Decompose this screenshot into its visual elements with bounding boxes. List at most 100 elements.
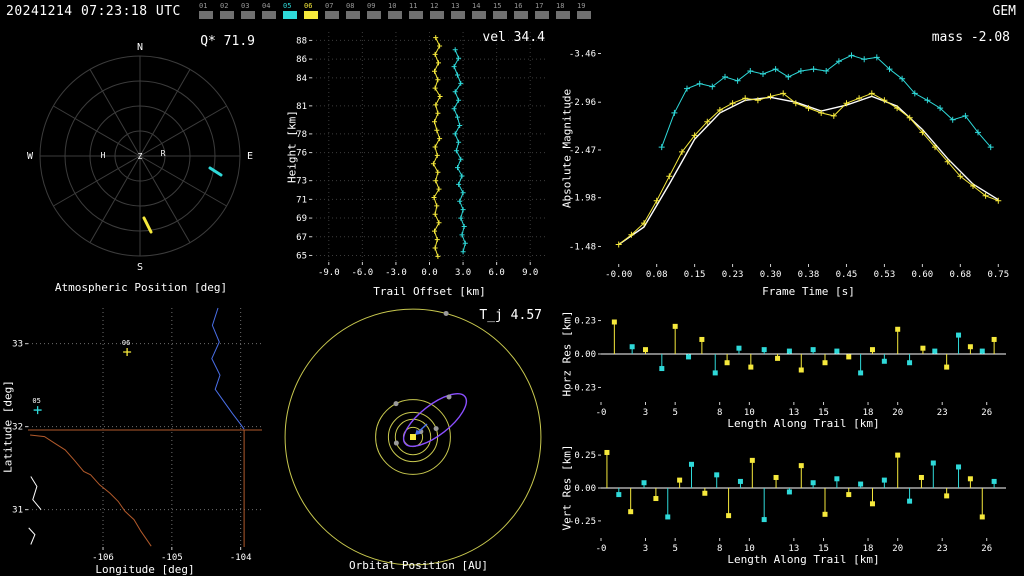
compass-west: W — [27, 151, 34, 162]
station-frame-strip: 01 02 03 04 05 06 07 08 09 10 11 12 13 14 15 16 17 18 19 — [199, 2, 591, 19]
polar-inner-label: H — [101, 151, 106, 160]
station-number: 15 — [493, 2, 502, 10]
station-frame-box[interactable] — [367, 11, 381, 19]
svg-text:0.53: 0.53 — [874, 270, 896, 280]
planet-dot — [393, 440, 399, 446]
station-frame-box[interactable] — [388, 11, 402, 19]
utc-timestamp: 20241214 07:23:18 UTC — [6, 4, 181, 19]
station-15[interactable]: 15 — [493, 2, 507, 19]
compass-east: E — [247, 151, 253, 162]
station-18[interactable]: 18 — [556, 2, 570, 19]
magnitude-plot: -0.00 0.08 0.15 0.23 0.30 0.38 0.45 0.53 0.60 0.6… — [569, 49, 1009, 280]
meteoroid-dot — [446, 394, 452, 400]
station-09[interactable]: 09 — [367, 2, 381, 19]
station-number: 08 — [346, 2, 355, 10]
station-number: 07 — [325, 2, 334, 10]
station-08[interactable]: 08 — [346, 2, 360, 19]
orbital-position-panel: T_j 4.57 Orbital Position [AU] — [282, 300, 555, 576]
svg-text:6.0: 6.0 — [489, 268, 505, 278]
svg-text:06: 06 — [122, 339, 130, 347]
atmospheric-polar-plot: N S E W Z H R — [27, 42, 253, 273]
svg-text:0.38: 0.38 — [798, 270, 820, 280]
svg-text:-3.0: -3.0 — [385, 268, 407, 278]
station-frame-box[interactable] — [241, 11, 255, 19]
svg-text:0.08: 0.08 — [646, 270, 668, 280]
station-06[interactable]: 06 — [304, 2, 318, 19]
station-frame-box[interactable] — [556, 11, 570, 19]
svg-text:0.00: 0.00 — [574, 350, 596, 360]
station-frame-box[interactable] — [430, 11, 444, 19]
sun-marker — [410, 434, 416, 440]
station-frame-box[interactable] — [325, 11, 339, 19]
station-19[interactable]: 19 — [577, 2, 591, 19]
station-number: 16 — [514, 2, 523, 10]
station-frame-box[interactable] — [199, 11, 213, 19]
atmospheric-title: Atmospheric Position [deg] — [54, 281, 228, 294]
svg-text:0.23: 0.23 — [574, 317, 596, 327]
station-frame-box[interactable] — [283, 11, 297, 19]
station-04[interactable]: 04 — [262, 2, 276, 19]
magnitude-axes: -0.00 0.08 0.15 0.23 0.30 0.38 0.45 0.53 0.60 0.6… — [569, 49, 1009, 280]
map-line-rio-grande — [30, 434, 152, 547]
velocity-plot: -9.0 -6.0 -3.0 0.0 3.0 6.0 9.08886848178767371… — [296, 32, 547, 278]
station-03[interactable]: 03 — [241, 2, 255, 19]
station-frame-box[interactable] — [409, 11, 423, 19]
q-value-label: Q* 71.9 — [200, 34, 255, 49]
planet-dot — [443, 310, 449, 316]
station-10[interactable]: 10 — [388, 2, 402, 19]
svg-text:-9.0: -9.0 — [318, 268, 340, 278]
station-number: 01 — [199, 2, 208, 10]
map-line-coast-fragment-2 — [28, 527, 36, 545]
svg-text:-106: -106 — [92, 553, 114, 563]
vert-res-xlabel: Length Along Trail [km] — [727, 553, 880, 566]
svg-text:-6.0: -6.0 — [352, 268, 374, 278]
station-frame-box[interactable] — [514, 11, 528, 19]
horz_res-stems — [611, 319, 997, 376]
map-ylabel: Latitude [deg] — [1, 380, 15, 473]
station-number: 03 — [241, 2, 250, 10]
station-frame-box[interactable] — [220, 11, 234, 19]
station-17[interactable]: 17 — [535, 2, 549, 19]
top-status-bar: 20241214 07:23:18 UTC 01 02 03 04 05 06 07 08 09… — [0, 0, 1024, 22]
station-frame-box[interactable] — [535, 11, 549, 19]
station-number: 12 — [430, 2, 439, 10]
svg-text:0.30: 0.30 — [760, 270, 782, 280]
station-01[interactable]: 01 — [199, 2, 213, 19]
station-number: 06 — [304, 2, 313, 10]
station-05[interactable]: 05 — [283, 2, 297, 19]
svg-text:9.0: 9.0 — [522, 268, 538, 278]
station-frame-box[interactable] — [577, 11, 591, 19]
zenith-label: Z — [138, 152, 143, 161]
magnitude-series-fit — [618, 95, 999, 246]
station-frame-box[interactable] — [346, 11, 360, 19]
meteor-track-station-06 — [142, 216, 153, 234]
svg-text:0.75: 0.75 — [987, 270, 1009, 280]
station-frame-box[interactable] — [472, 11, 486, 19]
magnitude-ylabel: Absolute Magnitude — [560, 88, 574, 209]
svg-text:0.68: 0.68 — [949, 270, 971, 280]
station-13[interactable]: 13 — [451, 2, 465, 19]
station-07[interactable]: 07 — [325, 2, 339, 19]
vert_res-stems — [604, 449, 997, 523]
station-14[interactable]: 14 — [472, 2, 486, 19]
ground-map-panel: -106 -105 -104 33 32 31 05 06 Longitude [deg] L… — [0, 300, 282, 576]
station-frame-box[interactable] — [262, 11, 276, 19]
station-frame-box[interactable] — [304, 11, 318, 19]
svg-text:65: 65 — [296, 251, 307, 261]
vert_res-axes: -0 3 5 8 10 13 15 18 20 23 260.250.00-0.25 — [569, 451, 992, 554]
map-line-coast-fragment-1 — [30, 476, 42, 511]
station-12[interactable]: 12 — [430, 2, 444, 19]
station-number: 04 — [262, 2, 271, 10]
station-frame-box[interactable] — [493, 11, 507, 19]
station-frame-box[interactable] — [451, 11, 465, 19]
station-02[interactable]: 02 — [220, 2, 234, 19]
station-11[interactable]: 11 — [409, 2, 423, 19]
station-16[interactable]: 16 — [514, 2, 528, 19]
svg-text:0.60: 0.60 — [912, 270, 934, 280]
station-number: 14 — [472, 2, 481, 10]
polar-inner-label: R — [161, 149, 166, 158]
compass-south: S — [137, 262, 143, 273]
atmospheric-position-panel: N S E W Z H R Q* 71.9 Atmospheric Position [de… — [0, 22, 282, 300]
velocity-panel: -9.0 -6.0 -3.0 0.0 3.0 6.0 9.0 88 86 84 81 78 76 73 71… — [282, 22, 555, 300]
map-station-06: 06 — [122, 339, 132, 356]
